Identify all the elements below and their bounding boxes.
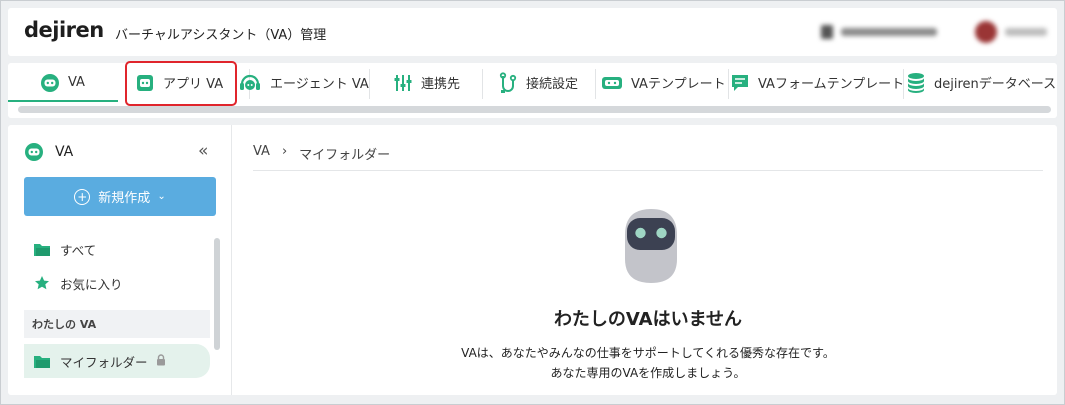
tab-va-form-template[interactable]: VAフォームテンプレート [730,63,904,102]
tab-va-template-label: VAテンプレート [631,77,726,92]
tab-agent-va[interactable]: エージェント VA [238,63,369,102]
plus-circle-icon: + [74,188,91,205]
tab-agent-va-label: エージェント VA [270,77,369,92]
divider [253,170,1043,171]
section-my-va: わたしの VA [24,310,210,338]
breadcrumb-separator: › [281,144,288,159]
org-name-blurred [841,28,937,36]
empty-state-line-1: VAは、あなたやみんなの仕事をサポートしてくれる優秀な存在です。 [461,346,835,360]
folder-icon [32,242,52,257]
org-icon [821,25,833,39]
tab-integrations-label: 連携先 [421,77,461,92]
tab-va[interactable]: VA [40,63,85,102]
new-create-button[interactable]: + 新規作成 ⌄ [24,177,216,216]
user-area-blurred[interactable] [821,18,1047,46]
robot-face-icon [40,73,60,93]
page-title: バーチャルアシスタント（VA）管理 [115,28,327,43]
headset-icon [238,72,262,94]
active-tab-indicator [8,100,118,102]
app-header: dejiren バーチャルアシスタント（VA）管理 [8,8,1057,56]
highlight-box [125,61,237,106]
avatar[interactable] [975,21,997,43]
tab-connection-settings[interactable]: 接続設定 [498,63,578,102]
robot-face-icon [25,143,43,161]
sidebar-item-favorites[interactable]: お気に入り [24,266,210,300]
sliders-icon [393,73,413,93]
sidebar-item-all[interactable]: すべて [24,232,210,266]
sidebar-title: VA [55,144,74,160]
tab-va-label: VA [68,75,85,90]
empty-state-title: わたしのVAはいません [553,309,743,330]
user-name-blurred [1005,28,1047,36]
new-create-label: 新規作成 [98,191,151,206]
sidebar: VA « + 新規作成 ⌄ すべて お気に入り わたしの VA マイフォルダー [8,125,232,395]
empty-state-description: VAは、あなたやみんなの仕事をサポートしてくれる優秀な存在です。 あなた専用のV… [253,343,1043,383]
sidebar-scrollbar[interactable] [214,238,220,350]
sidebar-item-my-folder[interactable]: マイフォルダー [24,344,210,378]
sidebar-item-label: すべて [60,242,97,258]
sidebar-header: VA [24,142,73,162]
sidebar-item-label: マイフォルダー [60,354,148,370]
database-icon [906,72,926,94]
dejiren-logo[interactable]: dejiren [24,18,104,42]
content-area: VA › マイフォルダー わたしのVAはいません VAは、あなたやみんなの仕事を… [253,125,1043,395]
tab-dejiren-database[interactable]: dejirenデータベース [906,63,1056,102]
tab-scrollbar[interactable] [18,106,1051,113]
sidebar-item-label: お気に入り [60,276,123,292]
robot-illustration [625,209,677,283]
chevron-down-icon: ⌄ [157,191,166,202]
lock-icon [156,353,166,369]
breadcrumb-root[interactable]: VA [253,144,270,163]
tab-va-form-template-label: VAフォームテンプレート [758,77,905,92]
empty-state-line-2: あなた専用のVAを作成しましょう。 [550,366,746,380]
breadcrumb-current: マイフォルダー [299,148,391,163]
folder-icon [32,354,52,369]
connection-icon [498,71,518,94]
template-icon [601,74,623,92]
main-panel: VA « + 新規作成 ⌄ すべて お気に入り わたしの VA マイフォルダー … [8,125,1057,395]
form-chat-icon [730,73,750,93]
tab-connection-settings-label: 接続設定 [526,77,579,92]
collapse-sidebar-icon[interactable]: « [198,141,208,161]
star-icon [32,275,52,291]
tab-dejiren-database-label: dejirenデータベース [934,77,1057,92]
tab-integrations[interactable]: 連携先 [393,63,460,102]
breadcrumb: VA › マイフォルダー [253,144,390,163]
tab-va-template[interactable]: VAテンプレート [601,63,726,102]
